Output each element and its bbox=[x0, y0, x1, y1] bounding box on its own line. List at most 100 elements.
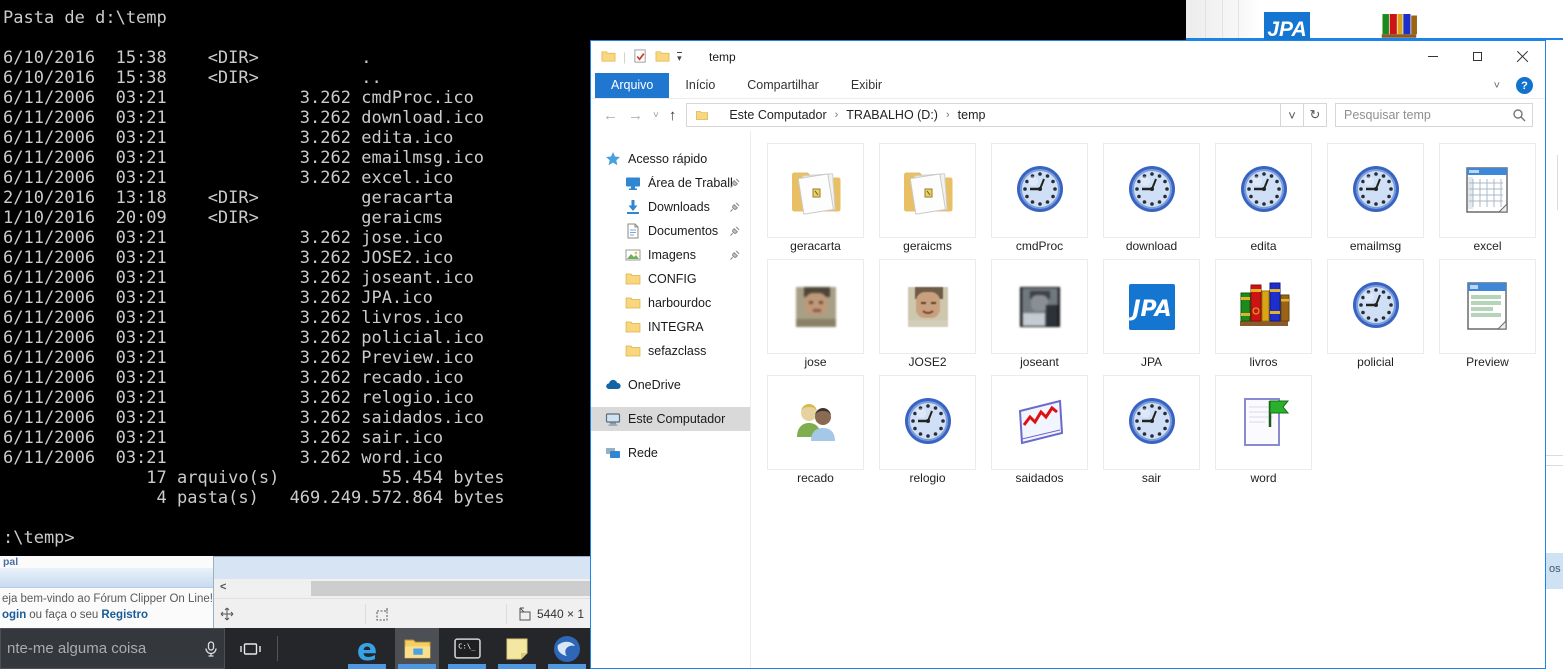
file-label: livros bbox=[1215, 354, 1312, 370]
taskbar-app-button[interactable] bbox=[495, 628, 539, 669]
horizontal-scrollbar[interactable]: < bbox=[214, 579, 590, 598]
pin-icon bbox=[729, 177, 741, 189]
clock-icon bbox=[1232, 159, 1296, 223]
file-item[interactable]: JOSE2 bbox=[879, 259, 976, 370]
background-edge-strip: os bbox=[1546, 0, 1563, 669]
ribbon-tab[interactable]: Arquivo bbox=[595, 73, 669, 98]
file-item[interactable]: geracarta bbox=[767, 143, 864, 254]
sidebar-item[interactable]: harbourdoc bbox=[591, 291, 750, 315]
file-item[interactable]: cmdProc bbox=[991, 143, 1088, 254]
folder-icon bbox=[655, 49, 670, 64]
folder-icon bbox=[695, 109, 709, 122]
address-dropdown-button[interactable]: ˅ bbox=[1280, 103, 1304, 127]
sidebar-item[interactable]: CONFIG bbox=[591, 267, 750, 291]
file-item[interactable]: geraicms bbox=[879, 143, 976, 254]
file-item[interactable]: download bbox=[1103, 143, 1200, 254]
forward-button[interactable]: → bbox=[628, 107, 643, 124]
scroll-left-arrow-icon[interactable]: < bbox=[220, 581, 226, 593]
register-link[interactable]: Registro bbox=[101, 609, 148, 621]
taskbar-app-button[interactable]: e bbox=[345, 628, 389, 669]
address-bar[interactable]: Este Computador›TRABALHO (D:)›temp bbox=[686, 103, 1281, 127]
login-line: oginou faça o seuRegistro bbox=[2, 609, 148, 621]
up-button[interactable]: ↑ bbox=[669, 107, 677, 124]
file-item[interactable]: word bbox=[1215, 375, 1312, 486]
paint-status-bar: 5440 × 1 bbox=[214, 598, 590, 629]
desktop-icon bbox=[625, 175, 641, 191]
page-link-fragment[interactable]: pal bbox=[3, 556, 18, 568]
ribbon-tab[interactable]: Exibir bbox=[835, 73, 898, 98]
page-header-band bbox=[0, 568, 213, 588]
new-folder-button[interactable] bbox=[655, 49, 670, 64]
sidebar-item[interactable]: Imagens bbox=[591, 243, 750, 267]
cortana-search-box[interactable]: nte-me alguma coisa bbox=[0, 628, 225, 669]
divider bbox=[365, 604, 366, 624]
folder-icon[interactable] bbox=[601, 49, 616, 64]
breadcrumb-segment[interactable]: Este Computador bbox=[713, 108, 826, 122]
taskbar-app-button[interactable] bbox=[545, 628, 589, 669]
sidebar-item[interactable]: OneDrive bbox=[591, 373, 750, 397]
file-item[interactable]: relogio bbox=[879, 375, 976, 486]
file-item[interactable]: saidados bbox=[991, 375, 1088, 486]
scrollbar-thumb[interactable] bbox=[311, 581, 590, 596]
divider bbox=[1557, 155, 1558, 210]
breadcrumb-segment[interactable]: ›TRABALHO (D:) bbox=[827, 108, 938, 122]
breadcrumb-segment[interactable]: ›temp bbox=[938, 108, 985, 122]
search-placeholder: Pesquisar temp bbox=[1336, 108, 1431, 122]
help-button[interactable]: ? bbox=[1516, 77, 1533, 94]
properties-check-icon bbox=[633, 49, 648, 64]
file-label: cmdProc bbox=[991, 238, 1088, 254]
search-input[interactable]: Pesquisar temp bbox=[1335, 103, 1533, 127]
file-item[interactable]: joseant bbox=[991, 259, 1088, 370]
file-item[interactable]: policial bbox=[1327, 259, 1424, 370]
file-item[interactable]: jose bbox=[767, 259, 864, 370]
breadcrumb-separator: › bbox=[946, 109, 950, 121]
login-link[interactable]: ogin bbox=[2, 609, 26, 621]
refresh-button[interactable]: ↻ bbox=[1303, 103, 1327, 127]
back-button[interactable]: ← bbox=[603, 107, 618, 124]
taskbar-app-button[interactable] bbox=[395, 628, 439, 669]
sidebar-item[interactable]: sefazclass bbox=[591, 339, 750, 363]
microphone-icon[interactable] bbox=[203, 641, 219, 657]
minimize-button[interactable] bbox=[1410, 42, 1455, 71]
file-item[interactable]: edita bbox=[1215, 143, 1312, 254]
file-item[interactable]: Preview bbox=[1439, 259, 1536, 370]
file-item[interactable]: JPA JPA bbox=[1103, 259, 1200, 370]
network-icon bbox=[605, 445, 621, 461]
command-prompt-icon: C:\_ bbox=[454, 638, 481, 659]
sidebar-item[interactable]: Este Computador bbox=[591, 407, 750, 431]
sidebar-item[interactable]: INTEGRA bbox=[591, 315, 750, 339]
sidebar-item[interactable]: Rede bbox=[591, 441, 750, 465]
ribbon-tab[interactable]: Compartilhar bbox=[731, 73, 835, 98]
file-item[interactable]: excel bbox=[1439, 143, 1536, 254]
divider bbox=[1238, 0, 1239, 38]
close-button[interactable] bbox=[1500, 42, 1545, 71]
paint-window-fragment: < 5440 × 1 bbox=[213, 556, 590, 628]
sidebar-item[interactable]: Acesso rápido bbox=[591, 147, 750, 171]
search-icon[interactable] bbox=[1512, 108, 1526, 122]
taskbar-app-button[interactable]: C:\_ bbox=[445, 628, 489, 669]
recent-locations-button[interactable]: ˅ bbox=[653, 110, 659, 121]
file-explorer-window: | ▾ temp ArquivoInícioCompartilharExibir… bbox=[590, 40, 1546, 669]
sidebar-item-icon bbox=[625, 319, 642, 335]
breadcrumb-label: Este Computador bbox=[729, 108, 826, 122]
ribbon-tab[interactable]: Início bbox=[669, 73, 731, 98]
sidebar-item[interactable]: Downloads bbox=[591, 195, 750, 219]
file-item[interactable]: emailmsg bbox=[1327, 143, 1424, 254]
file-item[interactable]: livros bbox=[1215, 259, 1312, 370]
expand-ribbon-button[interactable]: ˅ bbox=[1494, 80, 1500, 92]
file-item[interactable]: recado bbox=[767, 375, 864, 486]
properties-button[interactable] bbox=[633, 49, 648, 64]
sidebar-item-icon bbox=[605, 445, 622, 461]
file-label: jose bbox=[767, 354, 864, 370]
customize-toolbar-button[interactable]: ▾ bbox=[677, 52, 682, 62]
sidebar-item[interactable]: Documentos bbox=[591, 219, 750, 243]
file-label: recado bbox=[767, 470, 864, 486]
document-icon bbox=[625, 223, 641, 239]
sidebar-item-icon bbox=[605, 411, 622, 427]
task-view-button[interactable] bbox=[233, 628, 267, 669]
clock-icon bbox=[1344, 275, 1408, 339]
breadcrumb: Este Computador›TRABALHO (D:)›temp bbox=[713, 108, 985, 122]
sidebar-item[interactable]: Área de Trabalho bbox=[591, 171, 750, 195]
file-item[interactable]: sair bbox=[1103, 375, 1200, 486]
maximize-button[interactable] bbox=[1455, 42, 1500, 71]
